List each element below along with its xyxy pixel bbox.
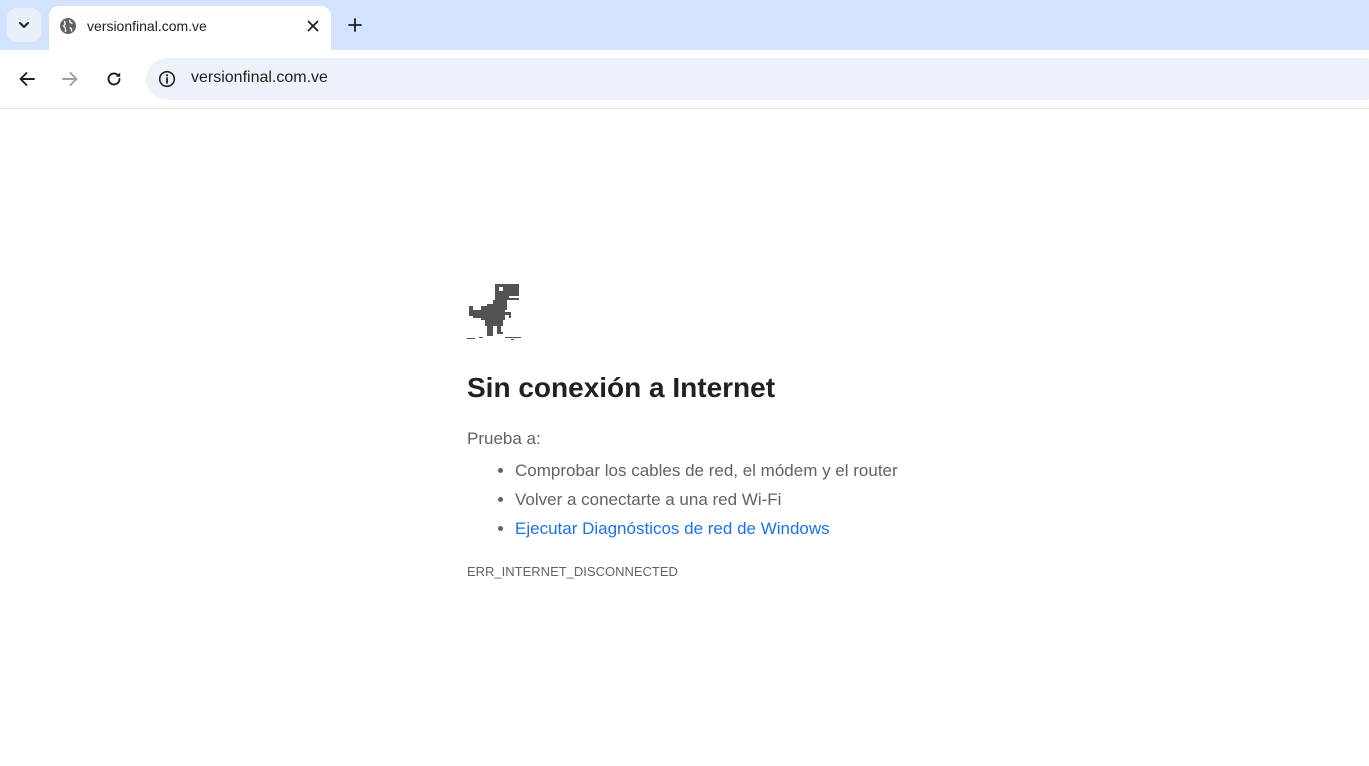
list-item: Comprobar los cables de red, el módem y … <box>515 456 987 485</box>
close-icon <box>307 20 319 32</box>
tab-strip: versionfinal.com.ve <box>0 0 1369 50</box>
tab-active[interactable]: versionfinal.com.ve <box>49 6 331 50</box>
reload-icon <box>107 72 121 86</box>
url-text[interactable]: versionfinal.com.ve <box>191 69 328 87</box>
error-page: Sin conexión a Internet Prueba a: Compro… <box>467 282 987 579</box>
suggestion-list: Comprobar los cables de red, el módem y … <box>467 456 987 543</box>
error-code: ERR_INTERNET_DISCONNECTED <box>467 564 678 579</box>
reload-button[interactable] <box>100 65 128 93</box>
tab-search-button[interactable] <box>7 8 41 42</box>
chevron-down-icon <box>19 22 29 28</box>
suggestion-text: Comprobar los cables de red, el módem y … <box>515 461 898 480</box>
toolbar: versionfinal.com.ve <box>0 50 1369 109</box>
globe-icon <box>60 18 76 34</box>
site-info-button[interactable] <box>156 68 178 90</box>
new-tab-button[interactable] <box>341 11 369 39</box>
diagnostics-link[interactable]: Ejecutar Diagnósticos de red de Windows <box>515 519 830 538</box>
forward-button[interactable] <box>56 65 84 93</box>
plus-icon <box>348 18 362 32</box>
suggestion-text: Volver a conectarte a una red Wi-Fi <box>515 490 782 509</box>
try-label: Prueba a: <box>467 429 541 448</box>
list-item: Volver a conectarte a una red Wi-Fi <box>515 485 987 514</box>
tab-title: versionfinal.com.ve <box>87 18 207 34</box>
address-bar[interactable]: versionfinal.com.ve <box>146 58 1369 100</box>
info-icon <box>158 70 176 88</box>
tab-close-button[interactable] <box>302 15 324 37</box>
arrow-right-icon <box>62 72 78 86</box>
back-button[interactable] <box>13 65 41 93</box>
dinosaur-icon <box>467 284 521 340</box>
list-item: Ejecutar Diagnósticos de red de Windows <box>515 514 987 543</box>
error-heading: Sin conexión a Internet <box>467 372 776 403</box>
arrow-left-icon <box>19 72 35 86</box>
